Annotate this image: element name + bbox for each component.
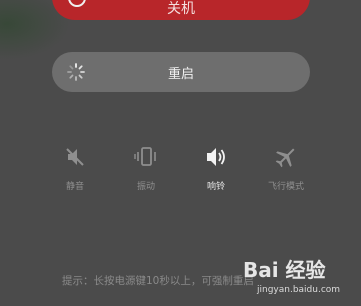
watermark-url: jingyan.baidu.com — [257, 285, 341, 295]
power-icon — [68, 0, 86, 7]
vibrate-icon — [134, 147, 156, 166]
mute-mode-button[interactable]: 静音 — [50, 144, 100, 192]
watermark-brand: Bai 经验 — [243, 258, 326, 282]
vibrate-mode-button[interactable]: 振动 — [121, 144, 171, 192]
ring-mode-button[interactable]: 响铃 — [191, 144, 241, 192]
restart-label: 重启 — [167, 66, 194, 82]
airplane-icon — [275, 148, 295, 168]
mute-label: 静音 — [65, 182, 84, 192]
restart-hint: 提示：长按电源键10秒以上，可强制重启 — [62, 275, 254, 287]
ring-label: 响铃 — [206, 182, 225, 192]
baidu-jingyan-watermark: Bai 经验 jingyan.baidu.com — [243, 254, 358, 300]
mute-icon — [66, 148, 84, 166]
power-off-label: 关机 — [167, 1, 195, 17]
vibrate-label: 振动 — [136, 182, 155, 192]
airplane-mode-button[interactable]: 飞行模式 — [261, 144, 311, 192]
loading-spinner-icon — [67, 63, 85, 81]
ring-icon — [207, 148, 225, 166]
airplane-label: 飞行模式 — [267, 182, 304, 192]
power-off-button[interactable]: 关机 — [52, 0, 310, 20]
restart-button[interactable]: 重启 — [52, 52, 310, 92]
